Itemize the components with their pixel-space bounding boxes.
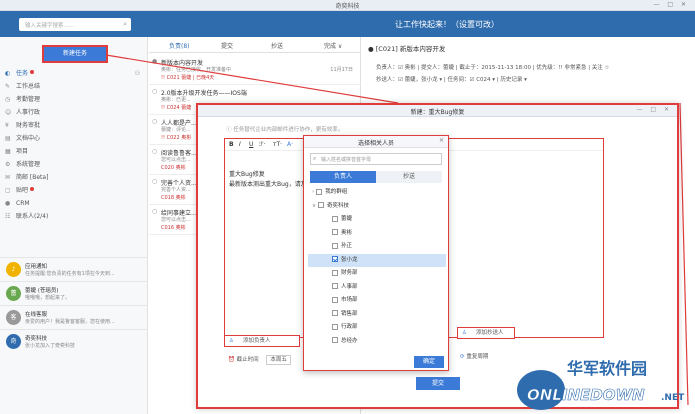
checkbox[interactable] xyxy=(332,242,338,249)
dialog-header: 新建：重大Bug修复 — □ ✕ xyxy=(198,105,677,117)
tree-row[interactable]: 销售部 xyxy=(308,308,446,322)
tree-row[interactable]: ∨ 奇奕科技 xyxy=(308,200,446,214)
tree-row[interactable]: 奥彬 xyxy=(308,227,446,241)
add-cc-label: 添加抄送人 xyxy=(476,330,504,336)
dialog-controls[interactable]: — □ ✕ xyxy=(636,106,672,113)
guide-line-1 xyxy=(105,54,399,104)
picker-title: 选择相关人员 xyxy=(357,140,394,147)
tab-cc[interactable]: 抄送 xyxy=(376,171,442,183)
dialog-hint: ⓘ 任务替代企业内部邮件进行协作，更有效率。 xyxy=(226,127,344,133)
dialog-hint-text: 任务替代企业内部邮件进行协作，更有效率。 xyxy=(233,127,344,133)
editor-line-1: 重大Bug修复 xyxy=(229,171,265,178)
bold-button[interactable]: B xyxy=(229,141,234,148)
add-cc-button[interactable]: ♙ 添加抄送人 xyxy=(457,327,515,339)
checkbox[interactable] xyxy=(332,215,338,222)
picker-search[interactable]: ⌕ 输入姓名或拼音首字母 xyxy=(310,153,442,165)
tree-label: 市场部 xyxy=(341,297,358,303)
tree-row[interactable]: 张小龙 xyxy=(308,253,446,267)
checkbox[interactable] xyxy=(332,283,338,289)
tree-label: 张小龙 xyxy=(341,256,358,263)
tree-label: 行政部 xyxy=(341,324,358,330)
tree-row[interactable]: 行政部 xyxy=(308,321,446,335)
tree-row[interactable]: 财务部 xyxy=(308,267,446,281)
logo-en: ONLINEDOWN xyxy=(527,386,645,404)
confirm-button[interactable]: 确定 xyxy=(414,356,444,368)
repeat-button[interactable]: ⟳ 重复周期 xyxy=(460,352,488,360)
tree-row[interactable]: 蕾婕 xyxy=(308,213,446,227)
checkbox[interactable] xyxy=(332,269,338,276)
add-owner-button[interactable]: ♙ 添加负责人 xyxy=(224,335,300,347)
dialog-title: 新建：重大Bug修复 xyxy=(410,109,465,116)
close-icon[interactable]: ✕ xyxy=(439,137,444,144)
tree-label: 总经办 xyxy=(341,337,358,344)
deadline-value[interactable]: 本周五 xyxy=(266,355,291,365)
checkbox[interactable] xyxy=(332,310,338,316)
tab-owner[interactable]: 负责人 xyxy=(310,171,376,183)
tree-row[interactable]: 市场部 xyxy=(308,294,446,308)
picker-header: 选择相关人员 ✕ xyxy=(304,136,448,148)
tree-label: 财务部 xyxy=(341,270,358,276)
people-picker: 选择相关人员 ✕ ⌕ 输入姓名或拼音首字母 负责人 抄送 › 我的群组 ∨ 奇奕科技蕾… xyxy=(303,135,449,371)
checkbox[interactable] xyxy=(332,337,338,343)
picker-search-input[interactable]: 输入姓名或拼音首字母 xyxy=(321,156,371,163)
people-tree: › 我的群组 ∨ 奇奕科技蕾婕奥彬孙正张小龙财务部人事部市场部销售部行政部总经办 xyxy=(308,186,446,348)
app-window: 奇奕科技 — □ ✕ 输入关键字搜索...... ⌕ 让工作快起来！（设置可改）… xyxy=(0,0,695,414)
tree-label: 人事部 xyxy=(341,283,358,290)
italic-button[interactable]: I xyxy=(239,141,241,148)
tree-label: 奇奕科技 xyxy=(327,202,350,209)
add-person-icon: ♙ xyxy=(229,338,234,344)
tree-row[interactable]: › 我的群组 xyxy=(308,186,446,200)
search-icon: ⌕ xyxy=(313,155,317,162)
tree-row[interactable]: 人事部 xyxy=(308,281,446,295)
font-size-button[interactable]: ᴛT· xyxy=(273,141,282,148)
checkbox[interactable] xyxy=(318,202,325,208)
tree-label: 蕾婕 xyxy=(341,216,353,222)
alarm-icon: ⏰ xyxy=(228,357,235,363)
tree-label: 销售部 xyxy=(341,310,358,317)
logo-cn: 华军软件园 xyxy=(567,359,647,378)
tree-row[interactable]: 孙正 xyxy=(308,240,446,254)
checkbox[interactable] xyxy=(316,188,323,195)
tree-label: 奥彬 xyxy=(341,229,353,236)
checkbox[interactable] xyxy=(332,323,338,330)
expand-icon[interactable]: ∨ xyxy=(312,203,316,209)
watermark-graphic: 华军软件园 ONLINEDOWN .NET xyxy=(517,359,685,410)
add-owner-label: 添加负责人 xyxy=(243,338,271,344)
font-button[interactable]: ℱ· xyxy=(259,141,266,148)
deadline-row[interactable]: ⏰ 截止时间 本周五 xyxy=(228,355,291,365)
checkbox[interactable] xyxy=(332,296,338,303)
logo-suffix: .NET xyxy=(661,393,685,403)
expand-icon[interactable]: › xyxy=(312,189,314,195)
underline-button[interactable]: U xyxy=(249,141,253,148)
picker-tabs: 负责人 抄送 xyxy=(310,171,442,183)
watermark-logo: 华军软件园 ONLINEDOWN .NET xyxy=(513,346,695,414)
deadline-label: 截止时间 xyxy=(236,357,259,363)
tree-label: 孙正 xyxy=(341,243,353,249)
repeat-icon: ⟳ xyxy=(460,354,465,360)
checkbox[interactable] xyxy=(332,229,338,235)
tree-row[interactable]: 总经办 xyxy=(308,335,446,349)
submit-button[interactable]: 提交 xyxy=(416,377,460,390)
tree-label: 我的群组 xyxy=(325,189,348,195)
repeat-label: 重复周期 xyxy=(466,354,489,360)
add-cc-icon: ♙ xyxy=(462,330,467,336)
checkbox[interactable] xyxy=(332,256,338,262)
font-color-button[interactable]: A· xyxy=(287,141,293,148)
